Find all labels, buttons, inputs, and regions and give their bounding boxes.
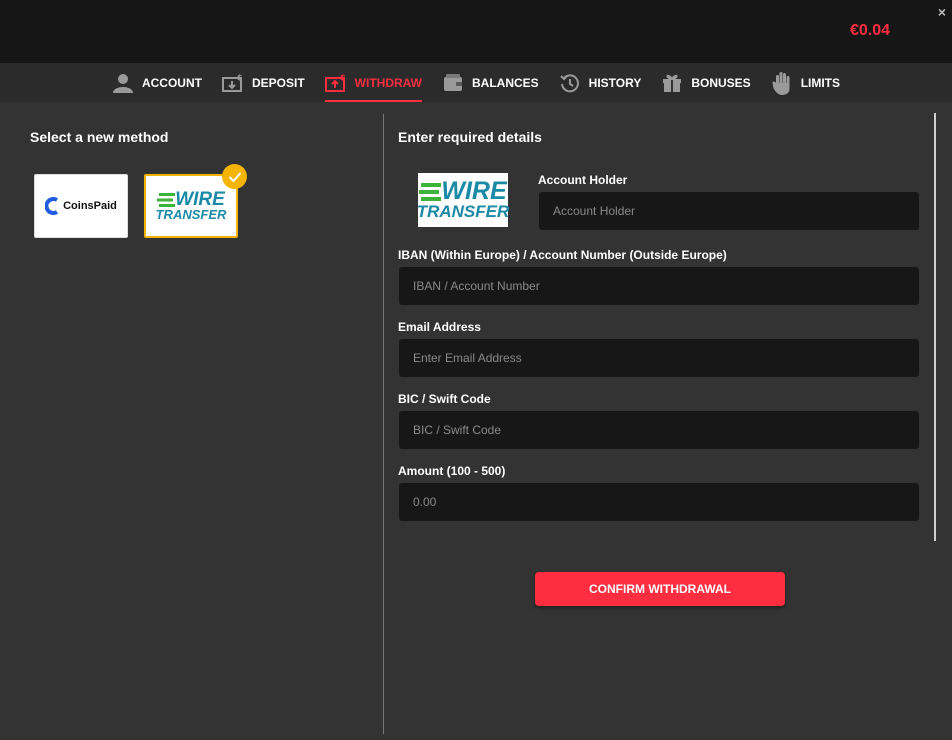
iban-label: IBAN (Within Europe) / Account Number (O… (398, 248, 727, 262)
details-form-panel: Enter required details WIRE TRANSFER Acc… (398, 102, 928, 740)
iban-input[interactable] (399, 267, 919, 305)
wallet-icon (442, 72, 464, 94)
balance-display: €0.04 (849, 22, 890, 39)
deposit-icon: $ (221, 72, 244, 94)
tab-bonuses[interactable]: BONUSES (661, 63, 751, 102)
close-icon[interactable]: × (938, 4, 946, 20)
wire-logo-line2: TRANSFER (155, 206, 227, 222)
coinspaid-method-option[interactable]: CoinsPaid (34, 174, 128, 238)
cashier-nav: ACCOUNT $ DEPOSIT $ WITHDRAW BALANCES HI… (0, 63, 952, 102)
details-section-title: Enter required details (398, 129, 542, 145)
tab-label: ACCOUNT (141, 75, 202, 90)
top-bar: €0.04 × (0, 0, 952, 63)
selected-check-icon (222, 164, 247, 189)
tab-label: BONUSES (691, 75, 751, 90)
amount-input[interactable] (399, 483, 919, 521)
tab-history[interactable]: HISTORY (559, 63, 642, 102)
wire-transfer-logo: WIRE TRANSFER (155, 190, 227, 222)
selected-method-logo: WIRE TRANSFER (416, 173, 510, 227)
svg-text:$: $ (340, 73, 346, 82)
tab-balances[interactable]: BALANCES (442, 63, 539, 102)
history-icon (559, 72, 581, 94)
method-section-title: Select a new method (30, 129, 169, 145)
wire-lines-icon (419, 182, 442, 201)
hand-icon (771, 71, 793, 95)
bic-label: BIC / Swift Code (398, 392, 491, 406)
tab-withdraw[interactable]: $ WITHDRAW (324, 63, 423, 102)
wire-logo-line1: WIRE (441, 177, 507, 206)
coinspaid-label: CoinsPaid (63, 200, 117, 212)
tab-label: LIMITS (800, 75, 841, 90)
email-label: Email Address (398, 320, 481, 334)
user-icon (112, 72, 134, 94)
method-selection-panel: Select a new method CoinsPaid WIRE TRANS… (0, 102, 383, 740)
withdraw-icon: $ (324, 72, 347, 94)
coinspaid-logo-icon (45, 197, 59, 215)
tab-label: WITHDRAW (354, 75, 422, 90)
confirm-withdrawal-button[interactable]: CONFIRM WITHDRAWAL (535, 572, 785, 606)
bic-input[interactable] (399, 411, 919, 449)
account-holder-input[interactable] (539, 192, 919, 230)
form-scrollbar[interactable] (934, 113, 936, 541)
tab-label: HISTORY (588, 75, 642, 90)
amount-label: Amount (100 - 500) (398, 464, 506, 478)
email-input[interactable] (399, 339, 919, 377)
wire-logo-line2: TRANSFER (416, 201, 510, 221)
wire-lines-icon (157, 192, 176, 207)
account-holder-label: Account Holder (538, 173, 628, 187)
tab-label: BALANCES (471, 75, 539, 90)
tab-limits[interactable]: LIMITS (771, 63, 840, 102)
panel-divider (383, 114, 384, 734)
gift-icon (661, 72, 683, 94)
tab-deposit[interactable]: $ DEPOSIT (221, 63, 305, 102)
tab-label: DEPOSIT (251, 75, 305, 90)
svg-text:$: $ (237, 73, 243, 82)
tab-account[interactable]: ACCOUNT (112, 63, 202, 102)
